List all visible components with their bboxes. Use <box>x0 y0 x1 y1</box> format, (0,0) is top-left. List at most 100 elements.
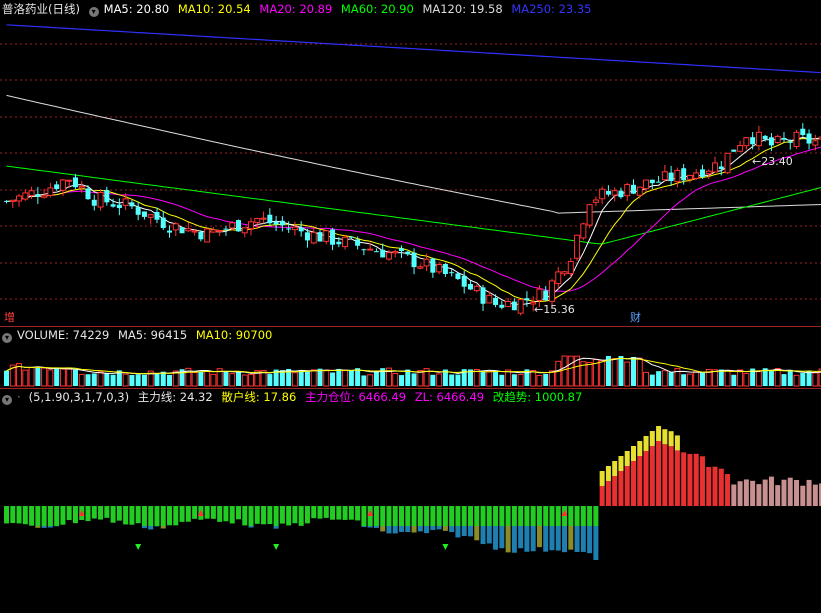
indicator-bar-green <box>98 506 104 520</box>
volume-bar-up <box>661 370 668 387</box>
dropdown-circle-icon[interactable]: ▾ <box>2 333 12 343</box>
volume-bar-up <box>530 369 537 387</box>
candle-body-up <box>342 236 349 248</box>
indicator-bar-blue <box>486 526 492 544</box>
candle-body-down <box>235 220 241 232</box>
volume-bar-up <box>392 373 399 387</box>
indicator-bar-yellow <box>612 461 618 476</box>
volume-bar-up <box>624 361 631 387</box>
indicator-bar-blue <box>499 526 505 549</box>
indicator-bar-green <box>373 506 379 526</box>
candle-body-down <box>129 202 135 207</box>
indicator-bar-green <box>104 506 110 518</box>
candle-body-down <box>731 149 737 152</box>
indicator-bar-green <box>135 506 141 524</box>
indicator-bar-yellow <box>618 456 624 471</box>
indicator-bar-green <box>235 506 241 520</box>
candle-body-up <box>122 198 129 206</box>
zeng-badge[interactable]: 增 <box>4 312 15 324</box>
ma5-legend: MA5: 20.80 <box>103 2 170 16</box>
trend-legend: 改趋势: 1000.87 <box>492 390 583 404</box>
indicator-pane[interactable]: ▾ · (5,1.90,3,1,7,0,3) 主力线: 24.32 散户线: 17.… <box>0 388 821 613</box>
candlestick-chart[interactable] <box>0 0 821 326</box>
stock-name[interactable]: 普洛药业 <box>2 2 48 16</box>
candle-body-down <box>91 199 97 206</box>
candle-body-up <box>216 229 223 232</box>
indicator-bar-green <box>72 506 78 524</box>
candle-body-down <box>160 217 166 229</box>
volume-bar-down <box>493 370 499 386</box>
indicator-bar-red <box>800 485 806 506</box>
indicator-bar-blue <box>424 526 430 534</box>
candle-body-down <box>668 172 674 182</box>
indicator-bar-green <box>587 506 593 526</box>
indicator-bar-green <box>91 506 97 519</box>
indicator-bar-green <box>480 506 486 526</box>
candle-body-down <box>762 135 768 140</box>
indicator-bar-red <box>712 466 718 506</box>
volume-bar-down <box>787 369 793 386</box>
candle-body-down <box>54 184 60 190</box>
volume-bar-down <box>317 368 323 386</box>
volume-pane[interactable]: ▾ VOLUME: 74229 MA5: 96415 MA10: 90700 <box>0 326 821 388</box>
dropdown-circle-icon[interactable]: ▾ <box>88 7 99 17</box>
candle-body-down <box>806 133 812 144</box>
indicator-bar-green <box>110 506 116 523</box>
sell-signal-icon <box>442 544 449 550</box>
indicator-bar-green <box>474 506 480 526</box>
candle-body-up <box>774 135 781 143</box>
indicator-bar-blue <box>461 526 467 536</box>
candle-body-up <box>423 258 430 267</box>
volume-bar-up <box>367 374 374 387</box>
ma5-line <box>6 136 821 306</box>
candle-body-down <box>179 227 185 234</box>
price-chart-pane[interactable]: 普洛药业(日线) ▾ MA5: 20.80 MA10: 20.54 MA20: 2… <box>0 0 821 326</box>
indicator-bar-green <box>405 506 411 526</box>
indicator-bar-green <box>386 506 392 526</box>
candle-body-up <box>536 288 543 302</box>
volume-bar-up <box>774 368 781 387</box>
candle-body-up <box>291 226 298 231</box>
indicator-bar-green <box>530 506 536 526</box>
candle-body-down <box>223 228 229 230</box>
indicator-bar-green <box>29 506 35 526</box>
volume-bar-up <box>229 373 236 387</box>
volume-ma5-legend: MA5: 96415 <box>117 328 188 342</box>
candle-body-down <box>286 228 292 230</box>
indicator-bar-yellow <box>624 451 630 466</box>
indicator-bar-green <box>116 506 122 521</box>
volume-bar-up <box>536 374 543 387</box>
indicator-chart[interactable] <box>0 388 821 613</box>
indicator-bar-green <box>336 506 342 520</box>
candle-body-up <box>78 185 85 189</box>
period-label[interactable]: (日线) <box>48 2 80 16</box>
volume-bar-up <box>812 372 819 387</box>
candle-body-down <box>348 236 354 238</box>
volume-bar-up <box>737 369 744 387</box>
finance-badge[interactable]: 财 <box>630 312 641 324</box>
indicator-bar-blue <box>467 526 473 537</box>
indicator-bar-red <box>775 485 781 506</box>
indicator-bar-blue <box>568 526 574 550</box>
volume-bar-down <box>160 371 166 386</box>
indicator-bar-green <box>330 506 336 520</box>
indicator-bar-green <box>342 506 348 520</box>
candle-body-down <box>442 264 448 275</box>
dropdown-circle-icon[interactable]: ▾ <box>2 395 12 405</box>
candle-body-up <box>241 227 248 234</box>
indicator-bar-green <box>4 506 9 524</box>
indicator-bar-green <box>317 506 323 519</box>
volume-bar-up <box>555 360 562 387</box>
candle-body-up <box>248 221 255 230</box>
indicator-bar-green <box>16 506 22 524</box>
volume-bar-down <box>543 373 549 386</box>
candle-body-down <box>167 230 173 233</box>
volume-bar-up <box>22 369 29 387</box>
candle-body-down <box>461 275 467 287</box>
indicator-bar-blue <box>493 526 499 550</box>
candle-body-up <box>712 162 719 173</box>
indicator-bar-green <box>524 506 530 526</box>
candle-body-up <box>473 285 480 292</box>
indicator-bar-red <box>681 452 687 506</box>
volume-bar-down <box>141 374 147 386</box>
